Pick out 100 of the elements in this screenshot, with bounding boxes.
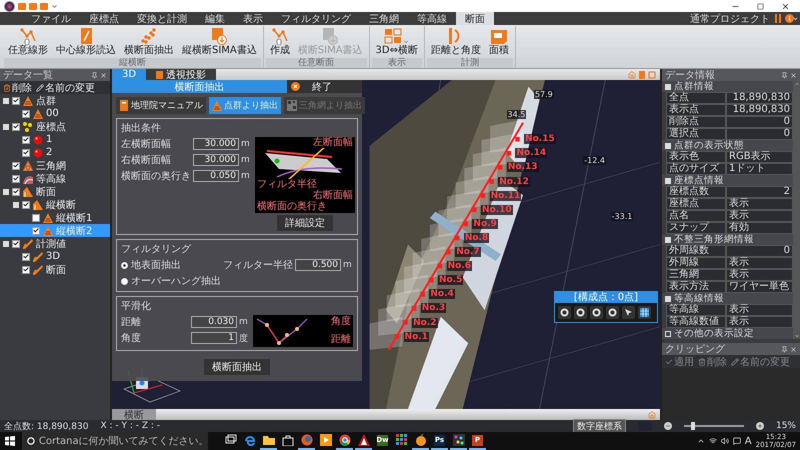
taskbar-app[interactable] bbox=[336, 432, 353, 450]
chevron-up-icon[interactable] bbox=[696, 437, 705, 445]
tree-item[interactable]: 計測値 bbox=[0, 237, 110, 250]
number-field[interactable]: 0.030 bbox=[191, 316, 237, 328]
tool-button[interactable] bbox=[622, 306, 635, 319]
taskbar-app[interactable] bbox=[450, 432, 467, 450]
number-field[interactable]: 0.500 bbox=[295, 259, 341, 271]
checkbox[interactable] bbox=[12, 174, 20, 182]
collapse-toggle[interactable] bbox=[665, 178, 671, 184]
checkbox[interactable] bbox=[22, 148, 30, 156]
collapse-toggle[interactable] bbox=[665, 330, 671, 336]
checkbox[interactable] bbox=[22, 200, 30, 208]
menu-tab[interactable]: 等高線 bbox=[408, 12, 456, 25]
view-tab[interactable]: 横断 bbox=[112, 409, 156, 420]
checkbox[interactable] bbox=[22, 266, 30, 274]
menu-tab[interactable]: 座標点 bbox=[80, 12, 128, 25]
slider-thumb[interactable] bbox=[690, 422, 695, 430]
scroll-up-icon[interactable] bbox=[794, 81, 800, 87]
pin-icon[interactable] bbox=[781, 346, 788, 352]
tool-button[interactable] bbox=[638, 306, 651, 319]
checkbox[interactable] bbox=[12, 240, 20, 248]
ribbon-button[interactable]: 任意線形 bbox=[4, 26, 52, 58]
tree-item[interactable]: 座標点 bbox=[0, 120, 110, 133]
ribbon-button[interactable]: 3D⇔横断 bbox=[372, 26, 422, 58]
volume-icon[interactable] bbox=[720, 437, 729, 445]
ribbon-button[interactable]: 面積 bbox=[484, 26, 513, 58]
tree-item[interactable]: 2 bbox=[0, 146, 110, 159]
collapse-toggle[interactable] bbox=[665, 236, 671, 242]
detail-settings-button[interactable]: 詳細設定 bbox=[277, 215, 333, 231]
ribbon-button[interactable]: 中心線形読込 bbox=[52, 26, 120, 58]
tree-item[interactable]: 断面 bbox=[0, 185, 110, 198]
tool-button[interactable] bbox=[558, 306, 571, 319]
network-icon[interactable] bbox=[708, 437, 717, 445]
checkbox[interactable] bbox=[32, 226, 40, 234]
collapse-toggle[interactable] bbox=[665, 296, 671, 302]
zoom-in-button[interactable] bbox=[756, 422, 764, 430]
tool-button[interactable] bbox=[606, 306, 619, 319]
ime-indicator[interactable]: A bbox=[744, 436, 752, 446]
app-logo[interactable] bbox=[4, 0, 15, 12]
tree-item[interactable]: 1 bbox=[0, 133, 110, 146]
checkbox[interactable] bbox=[32, 214, 40, 222]
tree-item[interactable]: 00 bbox=[0, 107, 110, 120]
checkbox[interactable] bbox=[12, 122, 20, 130]
tree-item[interactable]: 3D bbox=[0, 250, 110, 263]
number-field[interactable]: 1 bbox=[191, 332, 237, 344]
pin-icon[interactable] bbox=[91, 72, 98, 78]
taskbar-app[interactable] bbox=[412, 432, 429, 450]
menu-tab[interactable]: 三角網 bbox=[360, 12, 408, 25]
scroll-down-icon[interactable] bbox=[794, 333, 800, 339]
taskbar-app[interactable] bbox=[355, 432, 372, 450]
tool-button[interactable] bbox=[590, 306, 603, 319]
search-field[interactable]: Cortanaに何か聞いてみてください。 bbox=[22, 432, 208, 450]
close-icon[interactable] bbox=[100, 72, 107, 78]
collapse-toggle[interactable] bbox=[665, 142, 671, 148]
coordinate-field[interactable] bbox=[638, 422, 652, 430]
pin-icon[interactable] bbox=[781, 72, 788, 78]
expand-toggle[interactable] bbox=[3, 240, 9, 246]
checkbox[interactable] bbox=[22, 252, 30, 260]
checkbox[interactable] bbox=[22, 136, 30, 144]
checkbox[interactable] bbox=[12, 188, 20, 196]
menu-tab[interactable]: 表示 bbox=[234, 12, 272, 25]
collapse-toggle[interactable] bbox=[665, 84, 671, 90]
mode-button[interactable]: 地理院マニュアル bbox=[116, 97, 206, 114]
ribbon-button[interactable]: 横断面抽出 bbox=[120, 26, 178, 58]
toolbar-button[interactable]: 削除 bbox=[3, 80, 32, 94]
expand-toggle[interactable] bbox=[3, 124, 9, 130]
tree-item[interactable]: 縦横断1 bbox=[0, 211, 110, 224]
3d-viewport[interactable] bbox=[112, 80, 660, 409]
number-field[interactable]: 0.050 bbox=[193, 170, 239, 182]
tool-button[interactable] bbox=[574, 306, 587, 319]
ribbon-button[interactable]: 作成 bbox=[266, 26, 294, 58]
tree-item[interactable]: 断面 bbox=[0, 263, 110, 276]
menu-tab[interactable]: 変換と計測 bbox=[128, 12, 196, 25]
caret-icon[interactable] bbox=[51, 2, 58, 10]
menu-tab[interactable]: 断面 bbox=[456, 12, 494, 25]
menu-tab[interactable]: ファイル bbox=[22, 12, 80, 25]
ribbon-button[interactable]: 縦横断SIMA書込 bbox=[178, 26, 261, 58]
expand-toggle[interactable] bbox=[13, 202, 19, 208]
checkbox[interactable] bbox=[12, 96, 20, 104]
tree-item[interactable]: 点群 bbox=[0, 94, 110, 107]
expand-toggle[interactable] bbox=[3, 188, 9, 194]
menu-tab[interactable]: フィルタリング bbox=[272, 12, 360, 25]
close-icon[interactable] bbox=[790, 346, 797, 352]
pause-icon[interactable] bbox=[774, 14, 782, 23]
ribbon-button[interactable]: 距離と角度 bbox=[426, 26, 485, 58]
toolbar-button[interactable]: 名前の変更 bbox=[36, 80, 95, 94]
checkbox[interactable] bbox=[12, 162, 20, 170]
taskbar-app[interactable] bbox=[298, 432, 315, 450]
zoom-out-button[interactable] bbox=[664, 422, 672, 430]
tree-item[interactable]: 三角網 bbox=[0, 159, 110, 172]
expand-toggle[interactable] bbox=[3, 98, 9, 104]
scrollbar[interactable] bbox=[793, 81, 800, 339]
radio-option[interactable]: オーバーハング抽出 bbox=[121, 274, 221, 288]
menu-tab[interactable]: 編集 bbox=[196, 12, 234, 25]
tree-item[interactable]: 等高線 bbox=[0, 172, 110, 185]
radio-option[interactable]: 地表面抽出 bbox=[121, 258, 181, 272]
tree-item[interactable]: 縦横断 bbox=[0, 198, 110, 211]
close-button[interactable]: 終了 bbox=[287, 80, 362, 93]
view-tab[interactable]: 透視投影 bbox=[146, 69, 216, 80]
checkbox[interactable] bbox=[22, 110, 30, 118]
